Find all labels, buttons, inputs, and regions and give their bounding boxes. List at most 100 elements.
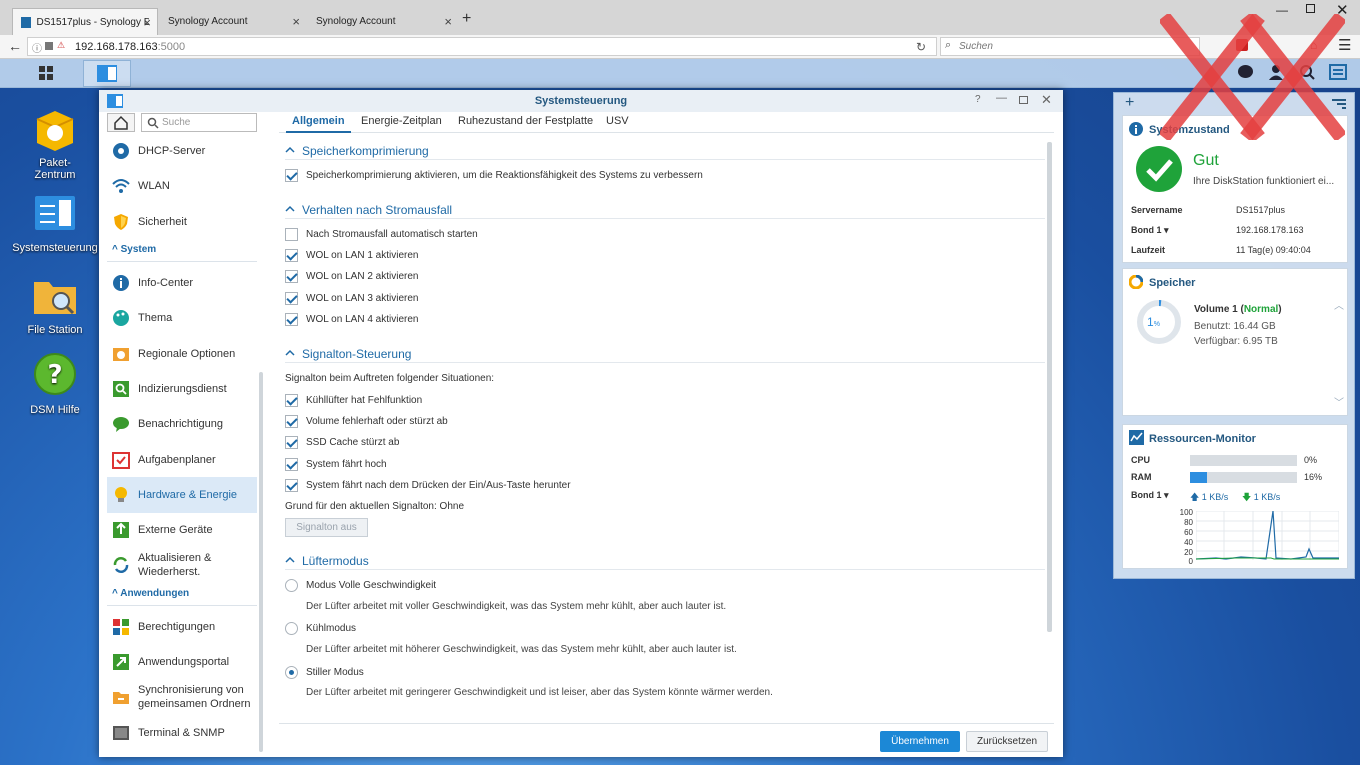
close-tab-icon[interactable]: × — [292, 14, 300, 29]
radio-button[interactable] — [285, 579, 298, 592]
sidebar-item-hardware-energie[interactable]: Hardware & Energie — [107, 477, 257, 513]
sidebar-item-berechtigungen[interactable]: Berechtigungen — [107, 609, 257, 645]
desktop-icon-dsm-hilfe[interactable]: ? DSM Hilfe — [5, 352, 105, 416]
minimize-icon[interactable]: — — [996, 92, 1007, 104]
section-stromausfall[interactable]: Verhalten nach Stromausfall — [285, 203, 1045, 219]
resource-monitor-icon — [1129, 430, 1144, 445]
sidebar-section-system[interactable]: ^ System — [107, 244, 257, 262]
sidebar-item-wlan[interactable]: WLAN — [107, 168, 257, 204]
checkbox[interactable] — [285, 249, 298, 262]
help-icon[interactable]: ? — [975, 94, 981, 105]
option-label: Kühllüfter hat Fehlfunktion — [306, 395, 423, 406]
sidebar-item-regionale-optionen[interactable]: Regionale Optionen — [107, 336, 257, 372]
checkbox[interactable] — [285, 415, 298, 428]
network-chart-yaxis: 100 80 60 40 20 0 — [1163, 508, 1193, 568]
sidebar-item-label: DHCP-Server — [138, 145, 206, 157]
checkbox[interactable] — [285, 228, 298, 241]
window-titlebar[interactable]: Systemsteuerung ? — ✕ — [99, 90, 1063, 112]
sidebar-item-aufgabenplaner[interactable]: Aufgabenplaner — [107, 442, 257, 478]
checkbox[interactable] — [285, 292, 298, 305]
section-lueftermodus[interactable]: Lüftermodus — [285, 554, 1045, 570]
privileges-icon — [113, 619, 129, 635]
sidebar-item-sicherheit[interactable]: Sicherheit — [107, 204, 257, 240]
volume-percent-unit: % — [1153, 321, 1160, 328]
browser-tab-account-2[interactable]: Synology Account × — [308, 8, 458, 35]
sidebar-item-label: Indizierungsdienst — [138, 383, 227, 395]
desktop-icon-systemsteuerung[interactable]: Systemsteuerung — [5, 190, 105, 254]
reload-icon[interactable]: ↻ — [916, 40, 926, 54]
scroll-down-icon[interactable]: ﹀ — [1334, 394, 1344, 409]
main-menu-button[interactable] — [22, 60, 70, 87]
sidebar-item-terminal-snmp[interactable]: Terminal & SNMP — [107, 715, 257, 751]
ip-address-value: 192.168.178.163 — [1236, 225, 1304, 235]
close-icon[interactable]: ✕ — [1041, 92, 1052, 108]
desktop-icon-file-station[interactable]: File Station — [5, 272, 105, 336]
volume-state: Normal — [1243, 304, 1279, 315]
address-bar[interactable]: ⓘ ⚠ 192.168.178.163:5000 ↻ — [27, 37, 937, 56]
section-speicherkomprimierung[interactable]: Speicherkomprimierung — [285, 144, 1045, 160]
sidebar-scrollbar[interactable] — [259, 372, 263, 752]
sidebar-item-anwendungsportal[interactable]: Anwendungsportal — [107, 644, 257, 680]
close-tab-icon[interactable]: × — [143, 15, 151, 30]
signalton-intro-text: Signalton beim Auftreten folgender Situa… — [285, 373, 495, 384]
sidebar-item-label: Terminal & SNMP — [138, 727, 225, 739]
option-description: Der Lüfter arbeitet mit voller Geschwind… — [306, 601, 727, 612]
desktop-icon-paket-zentrum[interactable]: Paket- Zentrum — [5, 105, 105, 181]
bond-dropdown[interactable]: Bond 1 ▾ — [1131, 225, 1169, 236]
new-tab-icon[interactable]: + — [462, 10, 471, 28]
sidebar-item-info-center[interactable]: Info-Center — [107, 265, 257, 301]
control-panel-window: Systemsteuerung ? — ✕ Suche DHCP-Server … — [99, 90, 1063, 757]
checkbox[interactable] — [285, 479, 298, 492]
desktop-icon-label: DSM Hilfe — [30, 404, 80, 416]
download-rate-value: 1 KB/s — [1253, 492, 1281, 502]
info-icon — [113, 275, 129, 291]
desktop-icon-label: File Station — [27, 324, 83, 336]
apply-button[interactable]: Übernehmen — [880, 731, 960, 752]
scroll-up-icon[interactable]: ︿ — [1334, 297, 1344, 312]
sidebar-search-input[interactable]: Suche — [141, 113, 257, 132]
tab-energie-zeitplan[interactable]: Energie-Zeitplan — [361, 115, 442, 127]
sidebar-item-indizierungsdienst[interactable]: Indizierungsdienst — [107, 371, 257, 407]
checkbox[interactable] — [285, 270, 298, 283]
maximize-window-icon[interactable] — [1306, 4, 1315, 13]
close-tab-icon[interactable]: × — [444, 14, 452, 29]
sidebar-item-benachrichtigung[interactable]: Benachrichtigung — [107, 406, 257, 442]
sidebar-item-dhcp-server[interactable]: DHCP-Server — [107, 133, 257, 169]
option-label: System fährt hoch — [306, 459, 387, 470]
checkbox[interactable] — [285, 394, 298, 407]
taskbar-systemsteuerung-button[interactable] — [83, 60, 131, 87]
add-widget-icon[interactable]: + — [1125, 94, 1134, 112]
section-title: Signalton-Steuerung — [302, 347, 412, 361]
checkbox[interactable] — [285, 458, 298, 471]
maximize-icon[interactable] — [1019, 96, 1028, 104]
tab-usv[interactable]: USV — [606, 115, 629, 127]
radio-button[interactable] — [285, 666, 298, 679]
back-arrow-icon[interactable]: ← — [8, 38, 22, 54]
home-button[interactable] — [107, 113, 135, 132]
search-icon — [147, 117, 159, 129]
info-icon[interactable]: ⓘ — [32, 40, 42, 55]
indexing-icon — [113, 381, 129, 397]
tab-allgemein[interactable]: Allgemein — [286, 115, 351, 133]
network-bond-dropdown[interactable]: Bond 1 ▾ — [1131, 490, 1169, 501]
checkbox[interactable] — [285, 313, 298, 326]
uptime-value: 11 Tag(e) 09:40:04 — [1236, 245, 1311, 255]
sidebar-item-label-line: gemeinsamen Ordnern — [138, 698, 251, 710]
reset-button[interactable]: Zurücksetzen — [966, 731, 1048, 752]
upload-arrow-icon: 🡅 — [1190, 492, 1200, 502]
sidebar-item-synchronisierung[interactable]: Synchronisierung von gemeinsamen Ordnern — [107, 679, 257, 715]
tab-ruhezustand[interactable]: Ruhezustand der Festplatte — [458, 115, 593, 127]
option-label: WOL on LAN 3 aktivieren — [306, 293, 419, 304]
main-scrollbar[interactable] — [1047, 142, 1052, 632]
sidebar-item-thema[interactable]: Thema — [107, 300, 257, 336]
sidebar-section-anwendungen[interactable]: ^ Anwendungen — [107, 588, 257, 606]
radio-button[interactable] — [285, 622, 298, 635]
sidebar-item-externe-geraete[interactable]: Externe Geräte — [107, 512, 257, 548]
browser-tab-account-1[interactable]: Synology Account × — [160, 8, 306, 35]
browser-tab-dsm[interactable]: DS1517plus - Synology DiskS × — [12, 8, 158, 35]
section-signalton[interactable]: Signalton-Steuerung — [285, 347, 1045, 363]
checkbox[interactable] — [285, 169, 298, 182]
sidebar-item-aktualisieren[interactable]: Aktualisieren & Wiederherst. — [107, 547, 257, 583]
checkbox[interactable] — [285, 436, 298, 449]
signalton-aus-button[interactable]: Signalton aus — [285, 518, 368, 537]
